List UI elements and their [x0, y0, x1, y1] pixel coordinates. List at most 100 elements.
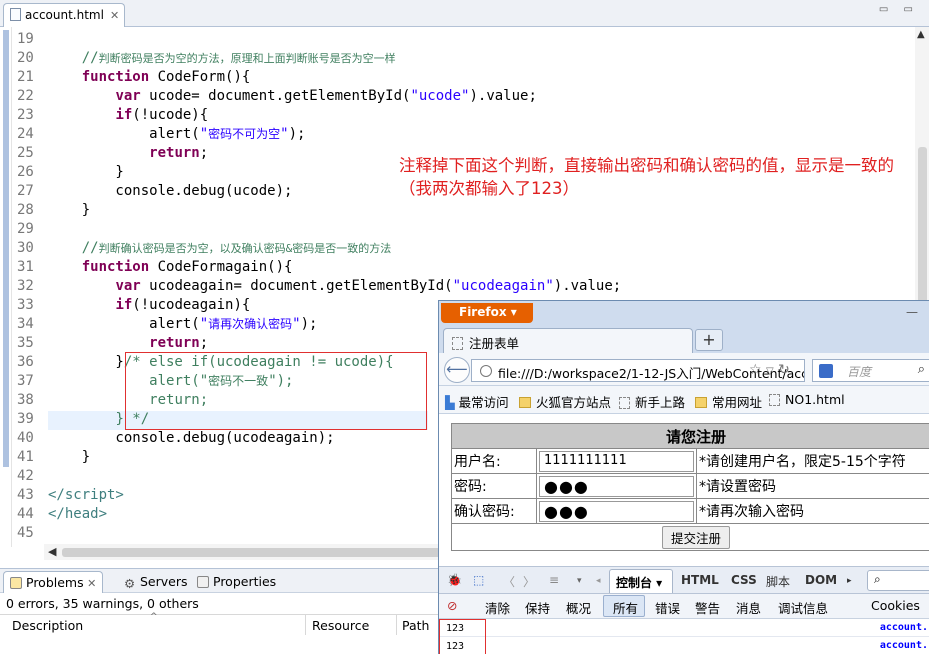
tab-dom[interactable]: DOM — [805, 573, 837, 587]
tab-properties[interactable]: Properties — [191, 571, 282, 593]
code-line[interactable]: } — [48, 201, 90, 220]
confirm-password-input[interactable]: ●●● — [539, 500, 694, 522]
field-label: 用户名: — [451, 448, 537, 474]
browser-tab[interactable]: 注册表单 — [443, 328, 693, 353]
code-line[interactable]: alert("请再次确认密码"); — [48, 315, 317, 334]
search-box[interactable]: 百度 ⌕ — [812, 359, 929, 382]
code-line[interactable]: if(!ucode){ — [48, 106, 208, 125]
close-icon[interactable]: ✕ — [110, 9, 119, 22]
dropdown-arrow-icon[interactable]: ▾ — [577, 576, 582, 586]
tab-scroll-left-icon[interactable]: ◂ — [596, 576, 601, 586]
code-line[interactable]: var ucode= document.getElementById("ucod… — [48, 87, 536, 106]
scroll-up-icon[interactable]: ▲ — [917, 29, 925, 40]
code-line[interactable]: alert("密码不可为空"); — [48, 125, 305, 144]
code-line[interactable]: } — [48, 448, 90, 467]
bookmarks-toolbar: ▙ 最常访问 火狐官方站点 新手上路 常用网址 NO1.html — [439, 386, 929, 414]
code-line[interactable]: if(!ucodeagain){ — [48, 296, 250, 315]
dropdown-arrow-icon[interactable]: ▽ — [766, 366, 774, 377]
back-icon[interactable]: 〈 — [503, 573, 515, 590]
line-number: 36 — [17, 354, 34, 370]
filter-profile[interactable]: 概况 — [566, 598, 591, 617]
bookmark-item[interactable]: ▙ 最常访问 — [445, 392, 509, 411]
filter-cookies[interactable]: Cookies — [871, 598, 920, 613]
close-icon[interactable]: ✕ — [84, 577, 96, 590]
filter-debug[interactable]: 调试信息 — [778, 598, 828, 617]
search-engine-icon[interactable] — [819, 364, 833, 378]
code-line[interactable]: function CodeForm(){ — [48, 68, 251, 87]
page-icon — [619, 397, 630, 409]
inspect-icon[interactable]: ⬚ — [473, 573, 484, 587]
new-tab-button[interactable]: + — [695, 329, 723, 351]
code-line[interactable]: var ucodeagain= document.getElementById(… — [48, 277, 621, 296]
tab-servers[interactable]: ⚙ Servers — [118, 571, 194, 593]
list-icon[interactable]: ≡ — [549, 573, 559, 587]
filter-persist[interactable]: 保持 — [525, 598, 550, 617]
column-resource[interactable]: Resource — [312, 618, 369, 633]
password-input[interactable]: ●●● — [539, 475, 694, 497]
code-line[interactable]: </script> — [48, 486, 124, 505]
filter-info[interactable]: 消息 — [736, 598, 761, 617]
bookmark-item[interactable]: 新手上路 — [619, 392, 685, 411]
bookmark-item[interactable]: 火狐官方站点 — [519, 392, 611, 411]
ruler-mark — [3, 429, 9, 448]
field-label: 确认密码: — [451, 498, 537, 524]
bookmark-item[interactable]: 常用网址 — [695, 392, 762, 411]
code-line[interactable]: //判断密码是否为空的方法，原理和上面判断账号是否为空一样 — [48, 49, 396, 68]
tab-script[interactable]: 脚本 — [766, 573, 790, 590]
tab-html[interactable]: HTML — [681, 573, 719, 587]
column-description[interactable]: Description — [12, 618, 83, 633]
page-icon — [452, 337, 463, 350]
browser-tab-title: 注册表单 — [469, 336, 520, 351]
code-line[interactable]: return; — [48, 144, 208, 163]
code-line[interactable]: function CodeFormagain(){ — [48, 258, 293, 277]
tab-css[interactable]: CSS — [731, 573, 757, 587]
column-divider — [396, 615, 397, 635]
horizontal-scrollbar[interactable]: ◀ — [44, 544, 444, 560]
ruler-mark — [3, 296, 9, 315]
bookmark-item[interactable]: NO1.html — [769, 392, 845, 407]
filter-all[interactable]: 所有 — [613, 598, 638, 617]
clear-icon[interactable]: ⊘ — [447, 598, 457, 613]
firefox-menu-button[interactable]: Firefox ▾ — [441, 303, 533, 323]
editor-tab-account-html[interactable]: account.html ✕ — [3, 3, 125, 27]
ruler-mark — [3, 220, 9, 239]
line-number: 37 — [17, 373, 34, 389]
filter-warnings[interactable]: 警告 — [695, 598, 720, 617]
code-line[interactable]: console.debug(ucode); — [48, 182, 292, 201]
firebug-search-input[interactable]: ⌕ — [867, 570, 929, 591]
line-number: 39 — [17, 411, 34, 427]
minimize-maximize-icon[interactable]: ▭ ▭ — [879, 4, 919, 15]
filter-errors[interactable]: 错误 — [655, 598, 680, 617]
back-button[interactable]: ⟵ — [444, 357, 470, 383]
code-line[interactable]: </head> — [48, 505, 107, 524]
log-source-link[interactable]: account. — [880, 640, 928, 651]
line-number: 29 — [17, 221, 34, 237]
reload-icon[interactable]: ↻ — [778, 362, 790, 378]
log-row: 123 account. — [439, 637, 929, 654]
url-bar-buttons: ☆ ▽ ↻ — [749, 362, 790, 378]
log-source-link[interactable]: account. — [880, 622, 928, 633]
bookmark-star-icon[interactable]: ☆ — [749, 362, 762, 378]
tab-console[interactable]: 控制台 ▾ — [609, 569, 673, 593]
search-icon[interactable]: ⌕ — [918, 362, 925, 377]
code-line[interactable]: return; — [48, 334, 208, 353]
tab-problems[interactable]: Problems ✕ — [3, 571, 104, 593]
editor-tab-bar: account.html ✕ ▭ ▭ — [0, 0, 929, 27]
tab-scroll-right-icon[interactable]: ▸ — [847, 576, 852, 586]
globe-icon — [480, 365, 492, 377]
submit-button[interactable]: 提交注册 — [661, 525, 730, 549]
code-line[interactable]: } — [48, 163, 123, 182]
scroll-thumb[interactable] — [62, 548, 442, 557]
firebug-icon[interactable]: 🐞 — [447, 573, 462, 587]
scroll-left-icon[interactable]: ◀ — [48, 545, 56, 558]
minimize-icon[interactable]: — — [906, 305, 918, 319]
code-line[interactable]: console.debug(ucodeagain); — [48, 429, 334, 448]
code-line[interactable]: //判断确认密码是否为空，以及确认密码&密码是否一致的方法 — [48, 239, 391, 258]
column-path[interactable]: Path — [402, 618, 429, 633]
filter-clear[interactable]: 清除 — [485, 598, 510, 617]
bookmark-label: 最常访问 — [458, 395, 509, 410]
annotation-ruler — [0, 27, 12, 547]
ruler-mark — [3, 277, 9, 296]
forward-icon[interactable]: 〉 — [523, 573, 535, 590]
username-input[interactable]: 1111111111 — [539, 450, 694, 472]
